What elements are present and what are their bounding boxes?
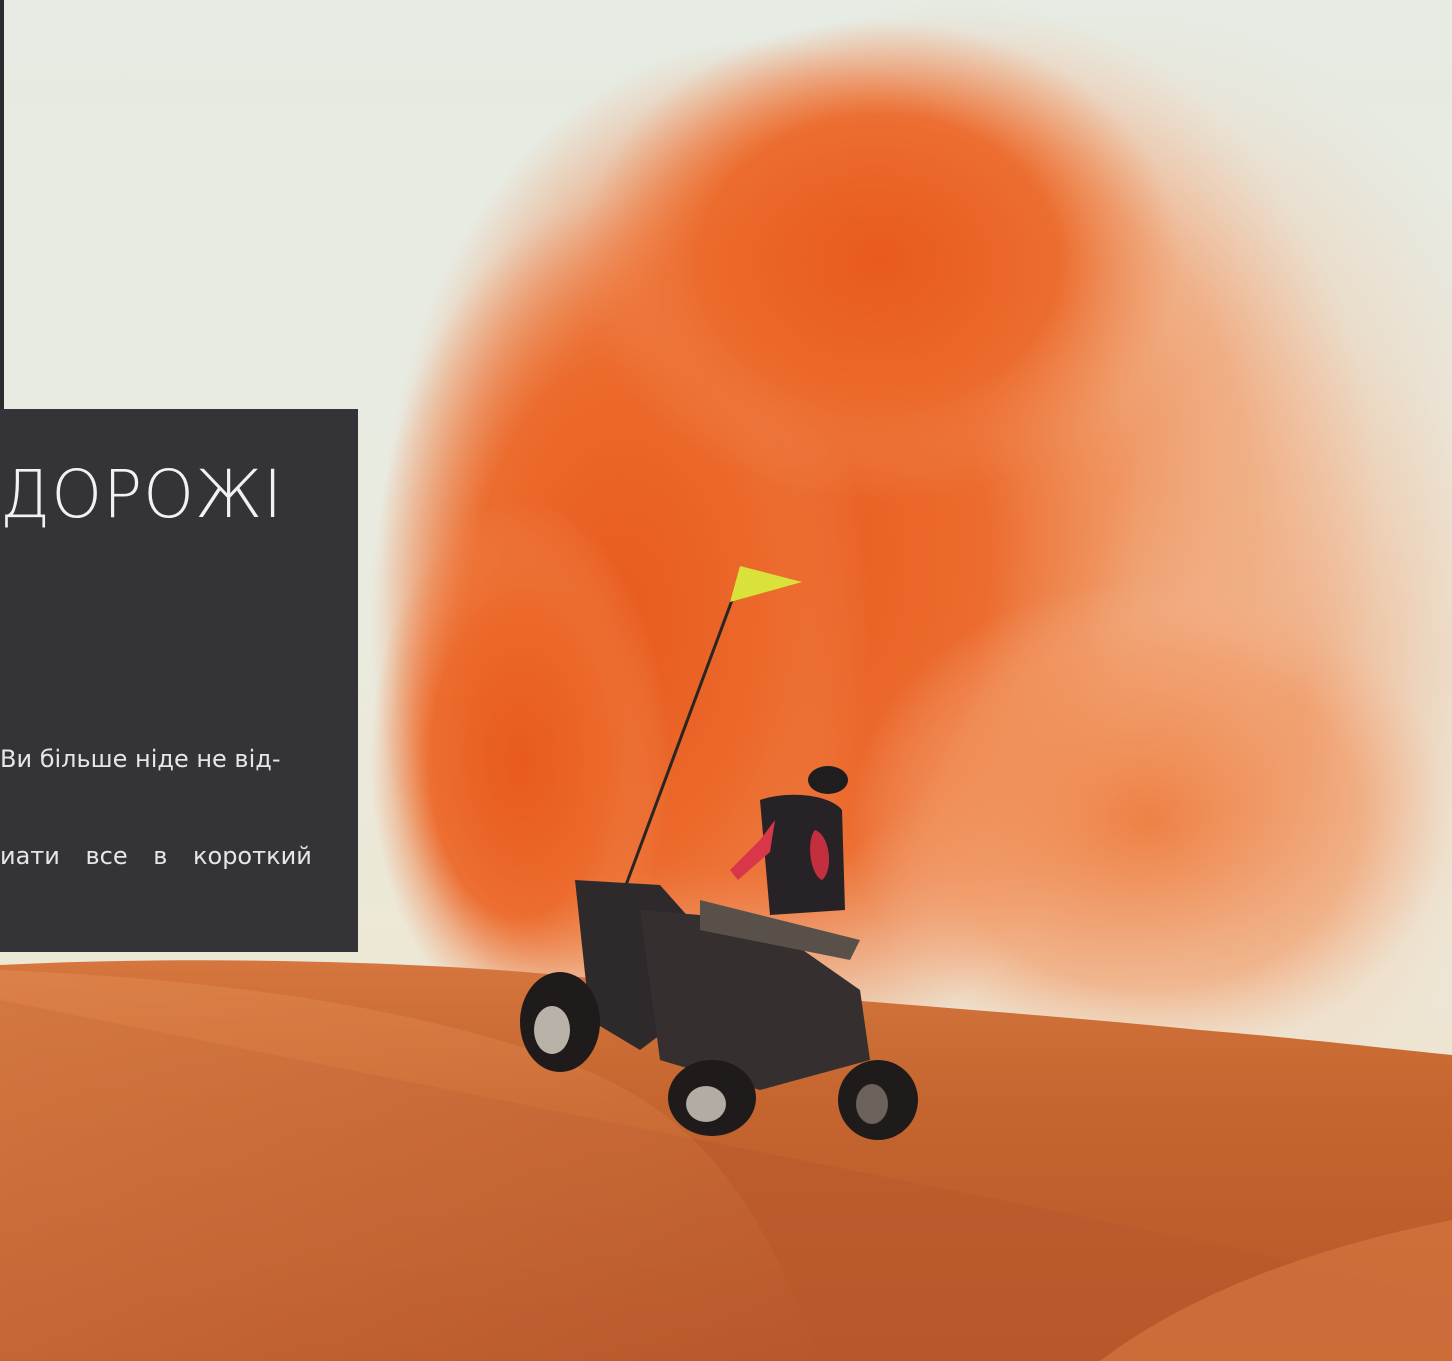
card-text-line-2: иати все в короткий (0, 842, 312, 870)
card-text-line-1: Ви більше ніде не від- (0, 745, 281, 773)
card-title: ДОРОЖІ (0, 462, 284, 528)
page: ДОРОЖІ Ви більше ніде не від- иати все в… (0, 0, 1452, 1361)
left-edge-bar (0, 0, 4, 410)
